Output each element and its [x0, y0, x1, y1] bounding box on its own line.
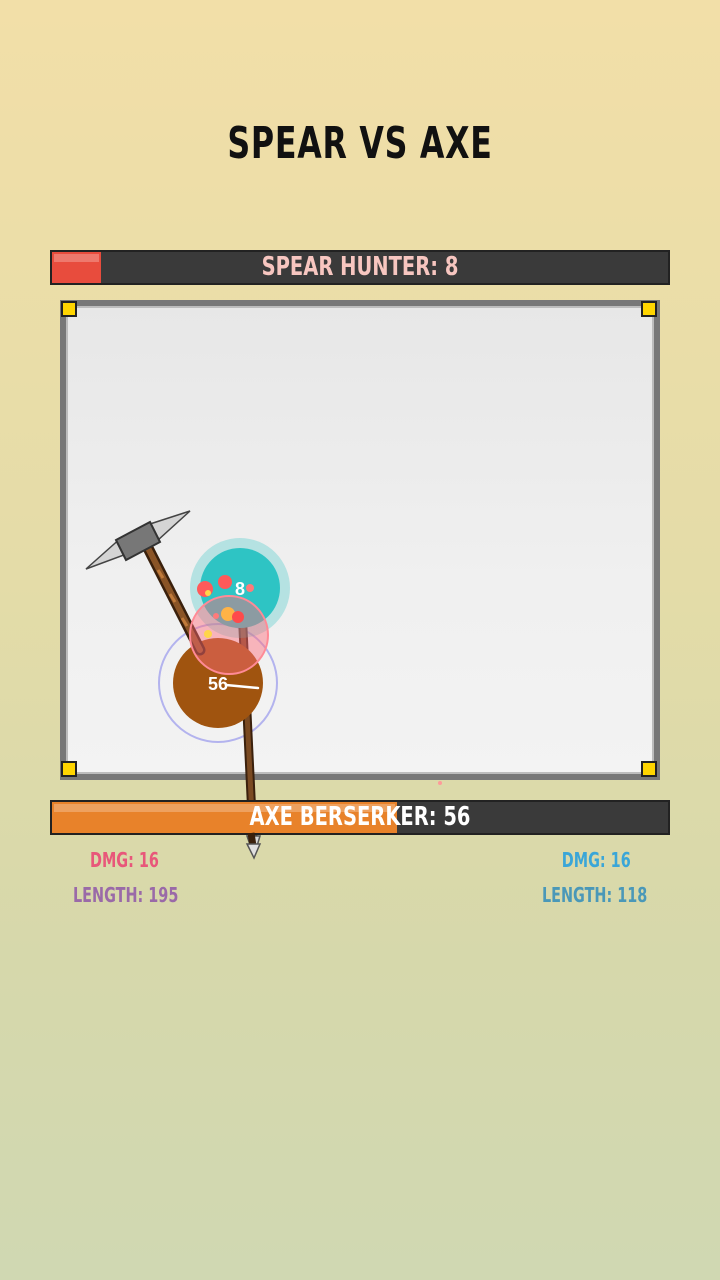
arena-corner-top-right	[641, 301, 657, 317]
spear-hunter-health-bar: SPEAR HUNTER: 8	[50, 250, 670, 285]
arena	[60, 300, 660, 780]
arena-corner-top-left	[61, 301, 77, 317]
spear-hunter-health-label: SPEAR HUNTER: 8	[261, 252, 459, 282]
match-title: SPEAR VS AXE	[227, 118, 493, 169]
left-length-stat: LENGTH: 195	[73, 883, 179, 907]
right-length-stat: LENGTH: 118	[541, 883, 647, 907]
right-dmg-stat: DMG: 16	[562, 848, 631, 872]
arena-corner-bottom-right	[641, 761, 657, 777]
axe-berserker-health-label: AXE BERSERKER: 56	[249, 802, 471, 832]
spear-hunter-health-fill	[52, 252, 102, 283]
axe-berserker-health-bar: AXE BERSERKER: 56	[50, 800, 670, 835]
arena-corner-bottom-left	[61, 761, 77, 777]
spear-tip-icon	[245, 835, 262, 859]
left-dmg-stat: DMG: 16	[90, 848, 159, 872]
